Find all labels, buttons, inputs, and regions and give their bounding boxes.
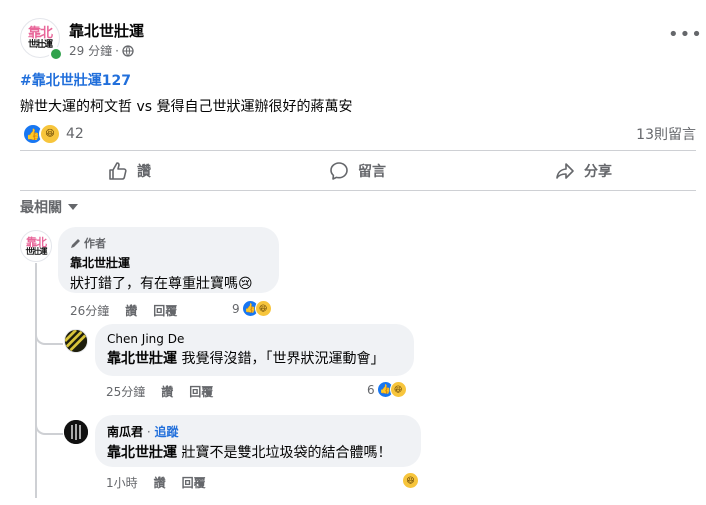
- thread-connector: [35, 410, 63, 435]
- comment-reply-button[interactable]: 回覆: [182, 474, 206, 491]
- thumbs-up-icon: [109, 162, 127, 180]
- post-hashtag[interactable]: #靠北世壯運127: [20, 70, 131, 90]
- comment-like-button[interactable]: 讚: [125, 302, 137, 319]
- comment-reply-button[interactable]: 回覆: [153, 302, 177, 319]
- comment-text: 靠北世壯運 壯寶不是雙北垃圾袋的結合體嗎！: [107, 442, 409, 462]
- post-meta: 29 分鐘 ·: [69, 42, 134, 59]
- haha-reaction-icon: 😆: [39, 123, 61, 145]
- comment-meta: 26分鐘 讚 回覆: [70, 302, 177, 319]
- online-status-dot: [49, 47, 63, 61]
- comment-time[interactable]: 26分鐘: [70, 302, 109, 319]
- comment-reaction-count: 6: [367, 382, 375, 397]
- comment-reactions[interactable]: 😆: [402, 472, 419, 489]
- globe-icon: [122, 44, 134, 57]
- comment-time[interactable]: 1小時: [106, 474, 138, 491]
- like-button[interactable]: 讚: [108, 158, 151, 184]
- reaction-count: 42: [66, 126, 84, 142]
- divider: [20, 150, 696, 151]
- commenter-avatar[interactable]: [64, 420, 88, 444]
- comment-text: 狀打錯了，有在尊重壯寶嗎😢: [70, 276, 253, 292]
- comment-label: 留言: [358, 164, 386, 180]
- comment-bubble: 作者 靠北世壯運 狀打錯了，有在尊重壯寶嗎😢: [58, 227, 279, 293]
- post-text: 辦世大運的柯文哲 vs 覺得自己世狀運辦很好的蔣萬安: [20, 99, 353, 115]
- logo-bottom-text: 世壯運: [27, 39, 53, 50]
- author-badge: 作者: [70, 235, 267, 251]
- comment-sort-dropdown[interactable]: 最相關: [20, 197, 78, 217]
- comment-reactions[interactable]: 9 👍 😆: [232, 300, 272, 317]
- meta-separator: ·: [115, 43, 119, 58]
- commenter-avatar[interactable]: [64, 329, 88, 353]
- thread-connector: [35, 320, 63, 345]
- sort-label: 最相關: [20, 200, 62, 216]
- share-label: 分享: [584, 164, 612, 180]
- avatar-image-icon: [65, 330, 87, 352]
- comment-bubble: Chen Jing De 靠北世壯運 我覺得沒錯，「世界狀況運動會」: [95, 324, 414, 376]
- commenter-header: 南瓜君 · 追蹤: [107, 423, 409, 440]
- page-name[interactable]: 靠北世壯運: [69, 20, 144, 41]
- commenter-name[interactable]: Chen Jing De: [107, 332, 402, 346]
- commenter-name[interactable]: 南瓜君: [107, 425, 143, 439]
- author-tag-label: 作者: [84, 237, 106, 250]
- haha-reaction-icon: 😆: [389, 381, 407, 398]
- reactions-summary[interactable]: 👍 😆 42: [22, 123, 84, 145]
- comment-meta: 1小時 讚 回覆: [106, 474, 206, 491]
- comment-body: 我覺得沒錯，「世界狀況運動會」: [177, 351, 385, 367]
- comment-like-button[interactable]: 讚: [154, 474, 166, 491]
- logo-top-text: 靠北: [26, 235, 47, 249]
- comment-icon: [330, 162, 348, 180]
- mention-link[interactable]: 靠北世壯運: [107, 445, 177, 461]
- comment-button[interactable]: 留言: [329, 158, 386, 184]
- comment-text: 靠北世壯運 我覺得沒錯，「世界狀況運動會」: [107, 348, 402, 368]
- follow-separator: ·: [143, 425, 155, 439]
- comment-like-button[interactable]: 讚: [161, 383, 173, 400]
- comment-time[interactable]: 25分鐘: [106, 383, 145, 400]
- share-icon: [556, 163, 574, 179]
- post-time[interactable]: 29 分鐘: [69, 42, 112, 59]
- like-label: 讚: [137, 164, 151, 180]
- thread-line: [35, 263, 37, 498]
- logo-bottom-text: 世壯運: [25, 246, 48, 256]
- comment-reaction-count: 9: [232, 301, 240, 316]
- haha-reaction-icon: 😆: [254, 300, 272, 317]
- commenter-name[interactable]: 靠北世壯運: [70, 254, 267, 271]
- more-options-icon[interactable]: •••: [668, 26, 703, 44]
- comment-bubble: 南瓜君 · 追蹤 靠北世壯運 壯寶不是雙北垃圾袋的結合體嗎！: [95, 415, 421, 467]
- divider: [20, 190, 696, 191]
- comment-reply-button[interactable]: 回覆: [189, 383, 213, 400]
- commenter-avatar[interactable]: 靠北 世壯運: [20, 230, 52, 262]
- mention-link[interactable]: 靠北世壯運: [107, 351, 177, 367]
- comment-count[interactable]: 13則留言: [636, 124, 696, 144]
- comment-reactions[interactable]: 6 👍 😆: [367, 381, 407, 398]
- logo-top-text: 靠北: [27, 25, 53, 41]
- comment-body: 壯寶不是雙北垃圾袋的結合體嗎！: [177, 445, 392, 461]
- pencil-icon: [71, 238, 80, 248]
- share-button[interactable]: 分享: [555, 158, 612, 184]
- follow-button[interactable]: 追蹤: [154, 425, 178, 439]
- caret-down-icon: [68, 204, 78, 210]
- haha-reaction-icon: 😆: [402, 472, 419, 489]
- comment-meta: 25分鐘 讚 回覆: [106, 383, 213, 400]
- avatar-image-icon: [64, 420, 88, 444]
